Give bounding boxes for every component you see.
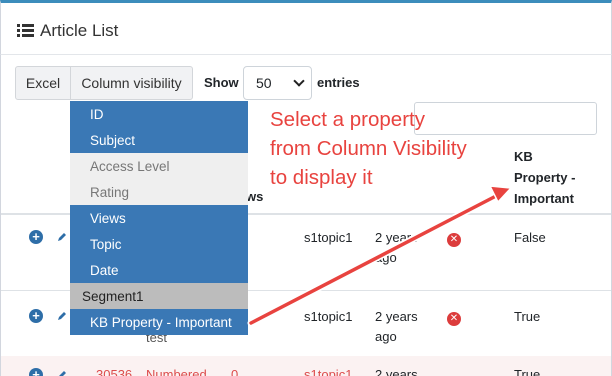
x-circle-icon: ✕: [447, 233, 461, 247]
x-circle-icon: ✕: [447, 312, 461, 326]
card-left-border: [0, 55, 1, 376]
column-header-views[interactable]: ws: [246, 186, 263, 207]
row3-subject[interactable]: Numbered: [146, 364, 207, 376]
row2-kb: True: [514, 309, 541, 324]
row3-id[interactable]: 30536: [96, 364, 132, 376]
kb-header-line3: Important: [514, 191, 574, 206]
row2-date-line1: 2 years: [375, 309, 418, 324]
kb-header-line1: KB: [514, 149, 533, 164]
edit-pencil-icon[interactable]: [57, 370, 67, 376]
entries-select-value: 50: [256, 75, 272, 91]
show-label: Show: [204, 75, 239, 90]
colvis-item[interactable]: Rating: [70, 179, 248, 205]
entries-label: entries: [317, 75, 360, 90]
kb-header-line2: Property -: [514, 170, 576, 185]
excel-button[interactable]: Excel: [15, 66, 71, 100]
colvis-item[interactable]: Topic: [70, 231, 248, 257]
row2-topic: s1topic1: [304, 309, 353, 324]
row3-kb: True: [514, 367, 541, 376]
row2-date-line2: ago: [375, 329, 397, 344]
annotation-line-2: from Column Visibility: [270, 137, 467, 160]
card-header: Article List: [0, 7, 612, 55]
annotation-line-1: Select a property: [270, 108, 425, 131]
colvis-item[interactable]: KB Property - Important: [70, 309, 248, 335]
column-header-kb-property[interactable]: KB Property - Important: [514, 146, 604, 209]
colvis-item[interactable]: Date: [70, 257, 248, 283]
page-title-text: Article List: [40, 21, 119, 40]
row1-topic: s1topic1: [304, 230, 353, 245]
colvis-item[interactable]: Access Level: [70, 153, 248, 179]
row3-topic: s1topic1: [304, 367, 353, 376]
row1-kb: False: [514, 230, 546, 245]
column-visibility-dropdown: ID Subject Access Level Rating Views Topic Dat…: [70, 101, 248, 335]
entries-select[interactable]: 50: [243, 66, 312, 100]
expand-row-icon[interactable]: +: [29, 230, 43, 244]
search-input[interactable]: [414, 102, 597, 135]
column-visibility-button[interactable]: Column visibility: [70, 66, 193, 100]
list-icon: [17, 24, 34, 38]
annotation-line-3: to display it: [270, 166, 373, 189]
edit-pencil-icon[interactable]: [57, 311, 67, 321]
row3-date: 2 years: [375, 367, 418, 376]
expand-row-icon[interactable]: +: [29, 309, 43, 323]
row3-views: 0: [231, 367, 239, 376]
colvis-item[interactable]: ID: [70, 101, 248, 127]
edit-pencil-icon[interactable]: [57, 232, 67, 242]
card-top-border: [0, 0, 612, 7]
chevron-down-icon: [293, 75, 305, 87]
colvis-item[interactable]: Views: [70, 205, 248, 231]
row1-date-line1: 2 years: [375, 230, 418, 245]
colvis-item[interactable]: Subject: [70, 127, 248, 153]
expand-row-icon[interactable]: +: [29, 368, 43, 376]
row1-date-line2: ago: [375, 250, 397, 265]
page-title: Article List: [17, 21, 118, 41]
colvis-item: Segment1: [70, 283, 248, 309]
